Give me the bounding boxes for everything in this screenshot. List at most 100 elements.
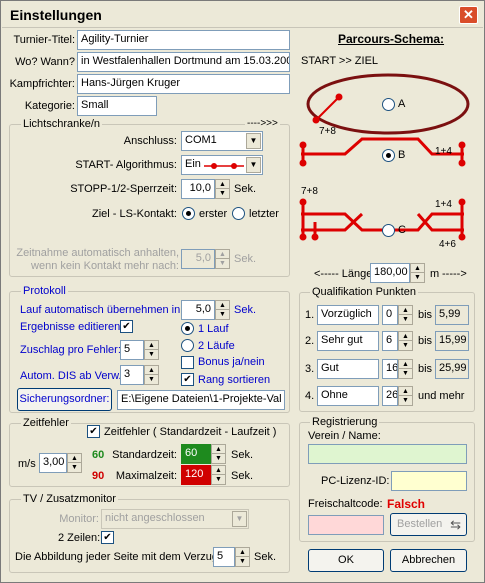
lauf-auto-spinner[interactable]: ▲ ▼ — [215, 300, 230, 320]
spin-up-icon[interactable]: ▲ — [399, 306, 412, 315]
qual-name-input[interactable]: Sehr gut — [317, 331, 379, 351]
spin-down-icon[interactable]: ▼ — [216, 259, 229, 268]
qual-spinner[interactable]: ▲ ▼ — [398, 359, 413, 379]
spin-up-icon[interactable]: ▲ — [216, 250, 229, 259]
spin-down-icon[interactable]: ▼ — [145, 375, 158, 384]
bonus-checkbox[interactable] — [181, 356, 194, 369]
stopp-input[interactable]: 10,0 — [181, 179, 215, 199]
verein-input[interactable] — [308, 444, 467, 464]
spin-up-icon[interactable]: ▲ — [236, 548, 249, 557]
dis-spinner[interactable]: ▲ ▼ — [144, 365, 159, 385]
qual-value-input[interactable]: 16 — [382, 359, 398, 379]
ziel-erster-radio[interactable] — [182, 207, 195, 220]
sicherungsordner-input[interactable]: E:\Eigene Dateien\1-Projekte-Val — [117, 390, 285, 410]
parcours-c-radio[interactable] — [382, 224, 395, 237]
auto-stop-label-2: wenn kein Kontakt mehr nach: — [31, 260, 179, 272]
close-button[interactable]: ✕ — [459, 6, 478, 24]
spin-down-icon[interactable]: ▼ — [145, 350, 158, 359]
lauf-auto-input[interactable]: 5,0 — [181, 300, 215, 320]
auto-stop-label-1: Zeitnahme automatisch anhalten, — [16, 247, 179, 259]
spin-up-icon[interactable]: ▲ — [216, 301, 229, 310]
spin-up-icon[interactable]: ▲ — [216, 180, 229, 189]
auto-stop-unit: Sek. — [234, 253, 257, 265]
rang-checkbox[interactable]: ✔ — [181, 373, 194, 386]
start-algo-select[interactable]: Ein ▼ — [181, 155, 263, 175]
qual-value-input[interactable]: 26 — [382, 386, 398, 406]
kategorie-input[interactable]: Small — [77, 96, 157, 116]
spin-down-icon[interactable]: ▼ — [68, 463, 81, 472]
turnier-input[interactable]: Agility-Turnier — [77, 30, 290, 50]
zeilen-checkbox[interactable]: ✔ — [101, 531, 114, 544]
verzug-spinner[interactable]: ▲ ▼ — [235, 547, 250, 567]
zeilen-label: 2 Zeilen: — [58, 532, 101, 544]
bestellen-label: Bestellen — [397, 518, 443, 530]
laenge-spinner[interactable]: ▲ ▼ — [410, 263, 425, 283]
spin-down-icon[interactable]: ▼ — [212, 475, 225, 484]
std-spinner[interactable]: ▲ ▼ — [211, 444, 226, 464]
edit-results-checkbox[interactable]: ✔ — [120, 320, 133, 333]
spin-up-icon[interactable]: ▲ — [411, 264, 424, 273]
qual-value-input[interactable]: 6 — [382, 331, 398, 351]
qual-name-input[interactable]: Vorzüglich — [317, 305, 379, 325]
spin-up-icon[interactable]: ▲ — [145, 341, 158, 350]
auto-stop-spinner[interactable]: ▲ ▼ — [215, 249, 230, 269]
laenge-unit: m — [430, 268, 440, 280]
parcours-a-radio[interactable] — [382, 98, 395, 111]
qual-name-input[interactable]: Gut — [317, 359, 379, 379]
wo-wann-input[interactable]: in Westfalenhallen Dortmund am 15.03.200… — [77, 52, 290, 72]
spin-down-icon[interactable]: ▼ — [212, 454, 225, 463]
qual-spinner[interactable]: ▲ ▼ — [398, 305, 413, 325]
code-input[interactable] — [308, 515, 384, 535]
stopp-label: STOPP-1/2-Sperrzeit: — [70, 183, 177, 195]
one-run-radio[interactable] — [181, 322, 194, 335]
ziel-label: Ziel - LS-Kontakt: — [92, 208, 177, 220]
monitor-value: nicht angeschlossen — [105, 512, 205, 524]
spin-up-icon[interactable]: ▲ — [399, 387, 412, 396]
ok-button[interactable]: OK — [308, 549, 384, 572]
spin-down-icon[interactable]: ▼ — [399, 396, 412, 405]
zuschlag-input[interactable]: 5 — [120, 340, 144, 360]
stopp-spinner[interactable]: ▲ ▼ — [215, 179, 230, 199]
cancel-button[interactable]: Abbrechen — [390, 549, 467, 572]
parcours-b-radio[interactable] — [382, 149, 395, 162]
monitor-select[interactable]: nicht angeschlossen ▼ — [101, 509, 249, 529]
spin-up-icon[interactable]: ▲ — [212, 445, 225, 454]
spin-down-icon[interactable]: ▼ — [399, 315, 412, 324]
spin-up-icon[interactable]: ▲ — [399, 360, 412, 369]
spin-down-icon[interactable]: ▼ — [216, 310, 229, 319]
spin-up-icon[interactable]: ▲ — [399, 332, 412, 341]
ms-input[interactable]: 3,00 — [39, 453, 67, 473]
lizenz-input[interactable] — [391, 471, 467, 491]
bestellen-button[interactable]: Bestellen ⇆ — [390, 513, 467, 536]
spin-down-icon[interactable]: ▼ — [216, 189, 229, 198]
spin-up-icon[interactable]: ▲ — [68, 454, 81, 463]
spin-down-icon[interactable]: ▼ — [399, 369, 412, 378]
std-input[interactable]: 60 — [181, 444, 211, 464]
parcours-c-num-1: 7+8 — [301, 186, 318, 197]
qual-value-input[interactable]: 0 — [382, 305, 398, 325]
auto-stop-input[interactable]: 5,0 — [181, 249, 215, 269]
max-spinner[interactable]: ▲ ▼ — [211, 465, 226, 485]
kampfrichter-input[interactable]: Hans-Jürgen Kruger — [77, 74, 290, 94]
qual-name-input[interactable]: Ohne — [317, 386, 379, 406]
two-runs-radio[interactable] — [181, 339, 194, 352]
anschluss-select[interactable]: COM1 ▼ — [181, 131, 263, 151]
spin-up-icon[interactable]: ▲ — [212, 466, 225, 475]
spin-down-icon[interactable]: ▼ — [411, 273, 424, 282]
max-input[interactable]: 120 — [181, 465, 211, 485]
sicherungsordner-button[interactable]: Sicherungsordner: — [17, 388, 112, 411]
spin-up-icon[interactable]: ▲ — [145, 366, 158, 375]
verzug-label: Die Abbildung jeder Seite mit dem Verzug… — [15, 551, 222, 563]
spin-down-icon[interactable]: ▼ — [236, 557, 249, 566]
ziel-letzter-radio[interactable] — [232, 207, 245, 220]
qual-spinner[interactable]: ▲ ▼ — [398, 386, 413, 406]
spin-down-icon[interactable]: ▼ — [399, 341, 412, 350]
zeitfehler-checkbox[interactable]: ✔ — [87, 425, 100, 438]
laenge-input[interactable]: 180,00 — [370, 263, 410, 283]
ms-spinner[interactable]: ▲ ▼ — [67, 453, 82, 473]
zuschlag-spinner[interactable]: ▲ ▼ — [144, 340, 159, 360]
dis-input[interactable]: 3 — [120, 365, 144, 385]
qual-num: 4. — [305, 390, 315, 402]
verzug-input[interactable]: 5 — [213, 547, 235, 567]
qual-spinner[interactable]: ▲ ▼ — [398, 331, 413, 351]
